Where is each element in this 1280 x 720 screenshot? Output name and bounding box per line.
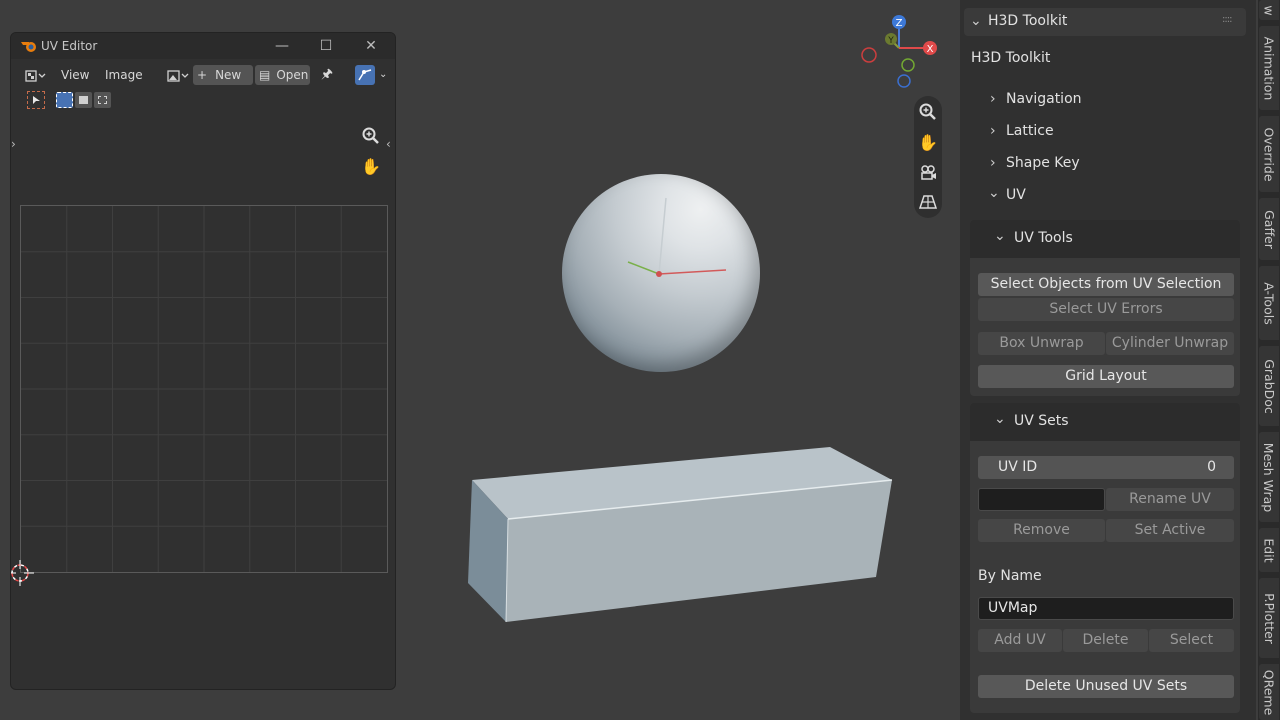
chevron-down-icon[interactable]: ⌄ [994,411,1006,427]
uv-editor-header: View Image + New ▤ Open 🖈 ⌄ [11,61,395,89]
uv-id-field[interactable]: UV ID 0 [978,456,1234,479]
sidebar-tab-strip: w Animation Override Gaffer A-Tools Grab… [1258,0,1280,720]
open-image-button[interactable]: ▤ Open [255,65,310,85]
blender-logo-icon [21,42,36,52]
uv-sets-title: UV Sets [1014,413,1069,429]
select-box-mode-icon[interactable] [56,92,73,108]
select-objects-from-uv-button[interactable]: Select Objects from UV Selection [978,273,1234,296]
tab-edit[interactable]: Edit [1259,528,1279,572]
section-shape-key[interactable]: Shape Key [1006,155,1080,171]
folder-icon: ▤ [259,68,271,82]
delete-unused-uv-sets-button[interactable]: Delete Unused UV Sets [978,675,1234,698]
tab-p-plotter[interactable]: P.Plotter [1259,578,1279,658]
perspective-grid-icon[interactable] [916,190,940,214]
section-uv[interactable]: UV [1006,187,1026,203]
toolbar-expand-chevron[interactable]: › [11,137,16,151]
uv-id-label: UV ID [998,459,1038,475]
tab-w[interactable]: w [1259,0,1279,20]
gizmo-neg-y[interactable] [901,58,915,72]
tab-qremesh[interactable]: QReme [1259,664,1279,720]
panel-title: H3D Toolkit [971,50,1051,66]
pin-icon[interactable]: 🖈 [317,65,337,85]
section-navigation[interactable]: Navigation [1006,91,1082,107]
tab-grabdoc[interactable]: GrabDoc [1259,346,1279,426]
box-object[interactable] [460,440,900,630]
new-image-button[interactable]: + New [193,65,253,85]
uv-id-value: 0 [1207,459,1216,475]
uv-grid-area[interactable] [20,205,388,573]
box-unwrap-button[interactable]: Box Unwrap [978,332,1105,355]
image-browse-dropdown[interactable] [163,65,193,85]
section-lattice[interactable]: Lattice [1006,123,1054,139]
svg-text:Y: Y [887,36,894,46]
zoom-icon[interactable] [916,100,940,124]
uv-editor-titlebar[interactable]: UV Editor — ☐ ✕ [11,33,395,59]
uv-zoom-icon[interactable] [359,124,383,148]
by-name-label: By Name [978,568,1042,584]
uv-tools-header[interactable] [970,220,1240,258]
close-icon[interactable]: ✕ [361,37,381,55]
object-origin-axes [627,197,727,277]
uv-tool-row [11,90,395,112]
drag-handle-icon[interactable]: :::: [1222,14,1233,25]
menu-view[interactable]: View [57,65,93,85]
menu-image[interactable]: Image [101,65,147,85]
tab-a-tools[interactable]: A-Tools [1259,266,1279,340]
uv-sets-panel [970,403,1240,713]
delete-button[interactable]: Delete [1063,629,1148,652]
window-title: UV Editor [41,39,98,53]
gizmo-neg-x[interactable] [861,47,877,63]
sync-dropdown-chevron[interactable]: ⌄ [375,65,391,85]
uv-tools-title: UV Tools [1014,230,1073,246]
select-extend-mode-icon[interactable] [75,92,92,108]
set-active-button[interactable]: Set Active [1106,519,1234,542]
select-tool-icon[interactable] [27,91,45,109]
remove-button[interactable]: Remove [978,519,1105,542]
chevron-down-icon[interactable]: ⌄ [994,228,1006,244]
chevron-right-icon[interactable]: › [990,155,996,171]
navigation-gizmo[interactable]: Z X Y [856,12,946,92]
chevron-down-icon[interactable]: ⌄ [970,13,982,29]
minimize-icon[interactable]: — [272,37,292,55]
chevron-right-icon[interactable]: › [990,91,996,107]
uv-sync-selection-icon[interactable] [355,65,375,85]
gizmo-neg-z[interactable] [897,74,911,88]
panel-header-title: H3D Toolkit [988,13,1068,29]
chevron-right-icon[interactable]: › [990,123,996,139]
camera-view-icon[interactable] [916,160,940,184]
uv-sets-header[interactable] [970,403,1240,441]
tab-gaffer[interactable]: Gaffer [1259,198,1279,260]
editor-type-dropdown[interactable] [21,65,49,85]
select-subtract-mode-icon[interactable] [94,92,111,108]
rename-uv-input[interactable] [978,488,1105,511]
chevron-down-icon[interactable]: ⌄ [988,185,1000,201]
select-uv-errors-button[interactable]: Select UV Errors [978,298,1234,321]
tab-animation[interactable]: Animation [1259,26,1279,110]
sidebar-expand-chevron[interactable]: ‹ [386,137,391,151]
pan-hand-icon[interactable]: ✋ [916,130,940,154]
tab-override[interactable]: Override [1259,116,1279,192]
rename-uv-button[interactable]: Rename UV [1106,488,1234,511]
uv-editor-window[interactable]: UV Editor — ☐ ✕ View Image + New ▤ Open 🖈 … [10,32,396,690]
2d-cursor-icon[interactable] [10,560,34,586]
cylinder-unwrap-button[interactable]: Cylinder Unwrap [1106,332,1234,355]
maximize-icon[interactable]: ☐ [316,37,336,55]
uv-name-input[interactable]: UVMap [978,597,1234,620]
uv-grid-lines [21,206,387,572]
add-uv-button[interactable]: Add UV [978,629,1062,652]
svg-text:X: X [927,44,934,55]
tab-mesh-wrap[interactable]: Mesh Wrap [1259,432,1279,522]
grid-layout-button[interactable]: Grid Layout [978,365,1234,388]
plus-icon: + [197,68,208,82]
select-button[interactable]: Select [1149,629,1234,652]
uv-pan-hand-icon[interactable]: ✋ [359,154,383,178]
svg-text:Z: Z [896,18,903,29]
